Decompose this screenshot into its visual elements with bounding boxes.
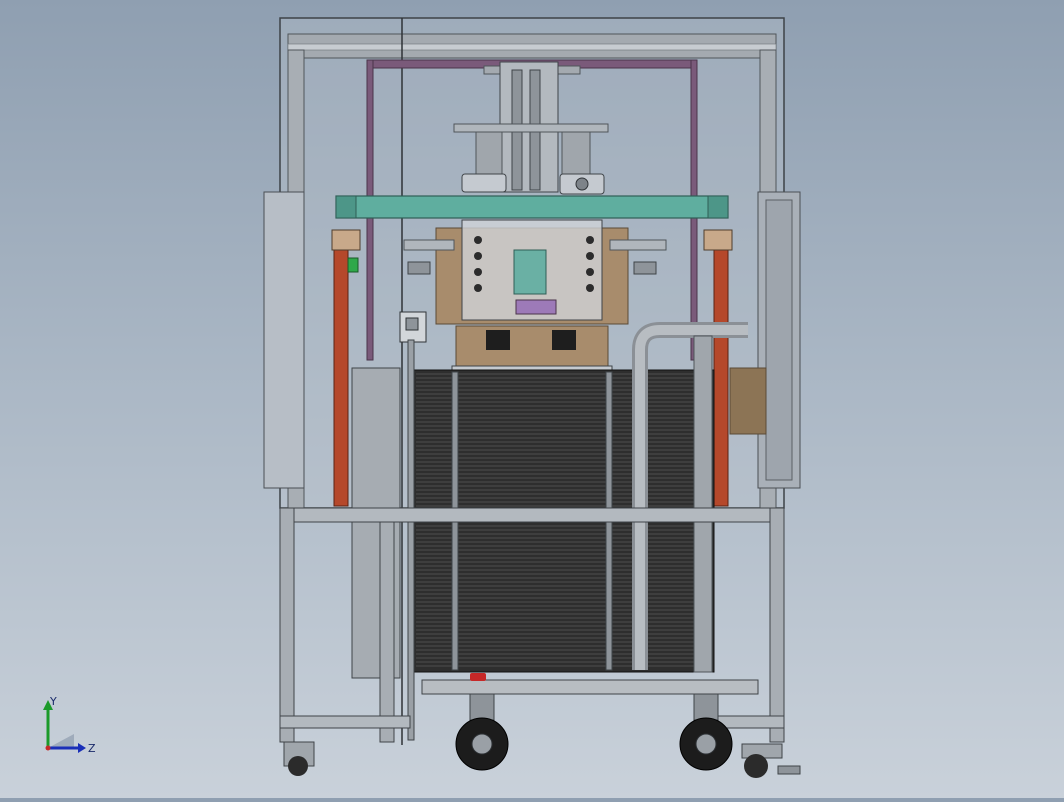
z-axis-head <box>78 743 86 753</box>
y-axis-label: Y <box>49 696 57 708</box>
x-axis-dot <box>45 745 51 751</box>
caster-right-large <box>679 693 733 771</box>
orientation-triad[interactable]: Y Z <box>38 696 98 756</box>
machine-assembly-model[interactable] <box>0 0 1064 798</box>
gripper-head <box>403 219 667 325</box>
caster-left-small <box>283 741 315 776</box>
teal-cross-beam <box>335 195 729 219</box>
caster-left-large <box>455 693 509 771</box>
casters <box>283 693 801 778</box>
caster-right-small <box>741 743 801 778</box>
cad-viewport[interactable]: Y Z <box>0 0 1064 798</box>
triad-plane <box>48 734 74 748</box>
z-axis-label: Z <box>88 742 96 755</box>
